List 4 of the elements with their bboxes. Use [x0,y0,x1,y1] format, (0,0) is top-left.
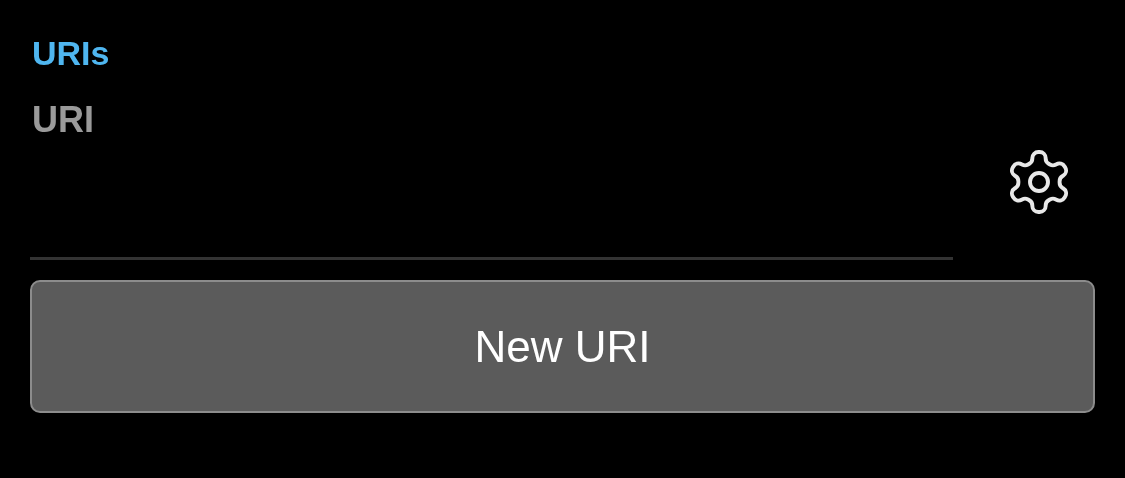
new-uri-button[interactable]: New URI [30,280,1095,413]
uri-field[interactable]: URI [30,98,953,260]
section-title: URIs [31,33,111,74]
field-label: URI [31,98,95,142]
